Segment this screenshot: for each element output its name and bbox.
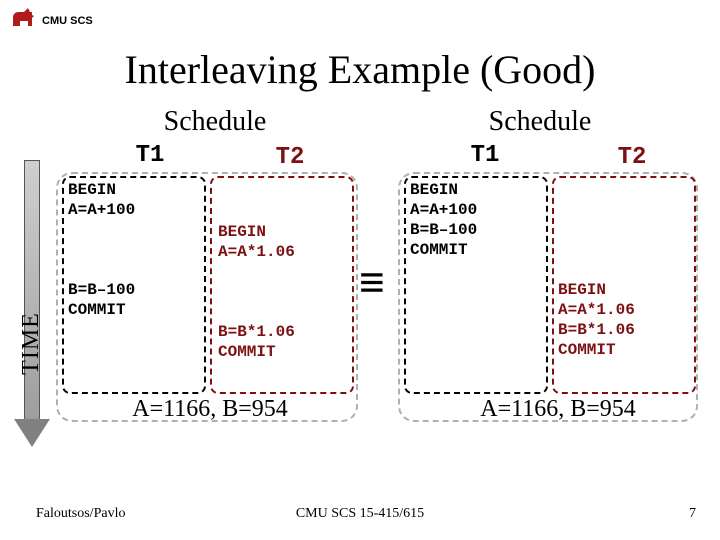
time-arrow-body: [24, 160, 40, 420]
t1-header-right: T1: [425, 142, 545, 169]
t1-block-b-left: B=B–100 COMMIT: [68, 280, 135, 320]
equivalence-symbol: ≡: [359, 258, 385, 308]
t1-header-left: T1: [90, 142, 210, 169]
result-left: A=1166, B=954: [90, 396, 330, 423]
t1-block-a-left: BEGIN A=A+100: [68, 180, 135, 220]
t2-block-a-left: BEGIN A=A*1.06: [218, 222, 295, 262]
t2-header-right: T2: [572, 144, 692, 171]
header-org: CMU SCS: [42, 15, 93, 27]
slide-title: Interleaving Example (Good): [0, 46, 720, 93]
schedule-label-right: Schedule: [440, 106, 640, 138]
schedule-label-left: Schedule: [115, 106, 315, 138]
t2-header-left: T2: [230, 144, 350, 171]
scotty-dog-icon: [10, 6, 38, 35]
t2-block-b-left: B=B*1.06 COMMIT: [218, 322, 295, 362]
time-arrow-head: [14, 419, 50, 447]
time-axis: TIME: [18, 160, 46, 450]
t2-block-right: BEGIN A=A*1.06 B=B*1.06 COMMIT: [558, 280, 635, 360]
time-label: TIME: [18, 312, 45, 375]
header: CMU SCS: [10, 6, 93, 35]
result-right: A=1166, B=954: [438, 396, 678, 423]
footer-course: CMU SCS 15-415/615: [0, 506, 720, 522]
t1-block-right: BEGIN A=A+100 B=B–100 COMMIT: [410, 180, 477, 260]
footer-page-number: 7: [689, 506, 696, 522]
